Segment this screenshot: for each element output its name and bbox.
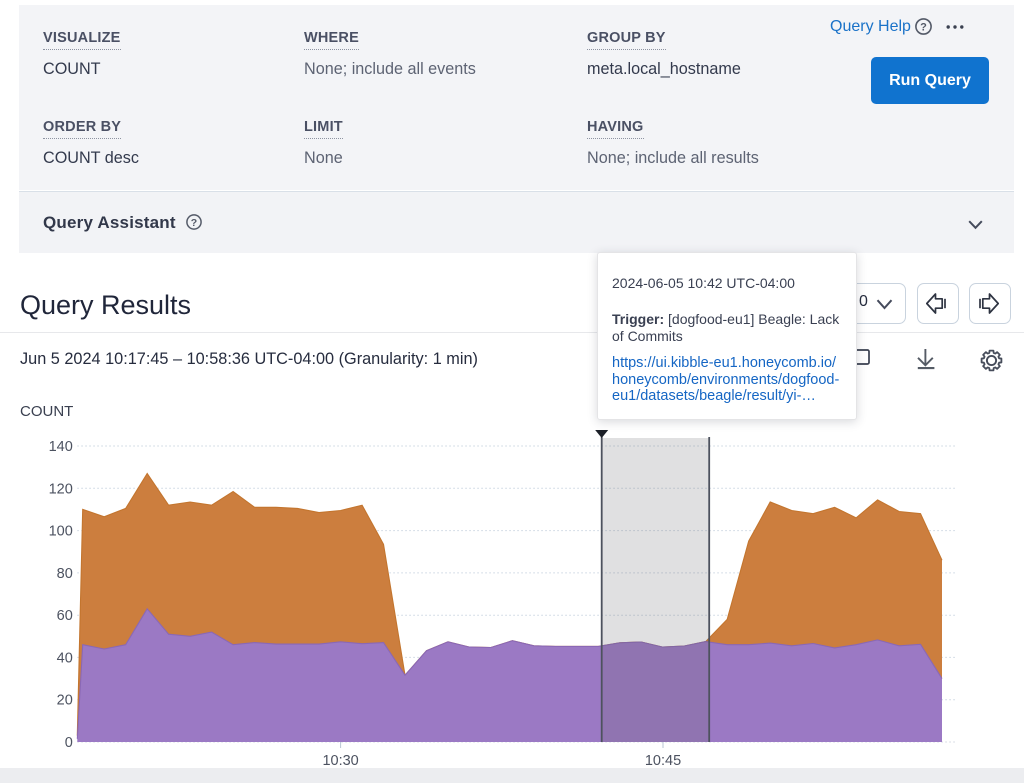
svg-text:?: ? bbox=[191, 217, 197, 229]
svg-text:100: 100 bbox=[49, 524, 73, 540]
svg-text:?: ? bbox=[920, 22, 927, 34]
svg-text:10:30: 10:30 bbox=[322, 753, 358, 769]
svg-text:120: 120 bbox=[49, 481, 73, 497]
svg-text:0: 0 bbox=[65, 735, 73, 751]
svg-text:80: 80 bbox=[57, 566, 73, 582]
svg-text:60: 60 bbox=[57, 608, 73, 624]
svg-text:40: 40 bbox=[57, 650, 73, 666]
svg-text:10:45: 10:45 bbox=[645, 753, 681, 769]
svg-text:140: 140 bbox=[49, 439, 73, 455]
svg-text:20: 20 bbox=[57, 693, 73, 709]
